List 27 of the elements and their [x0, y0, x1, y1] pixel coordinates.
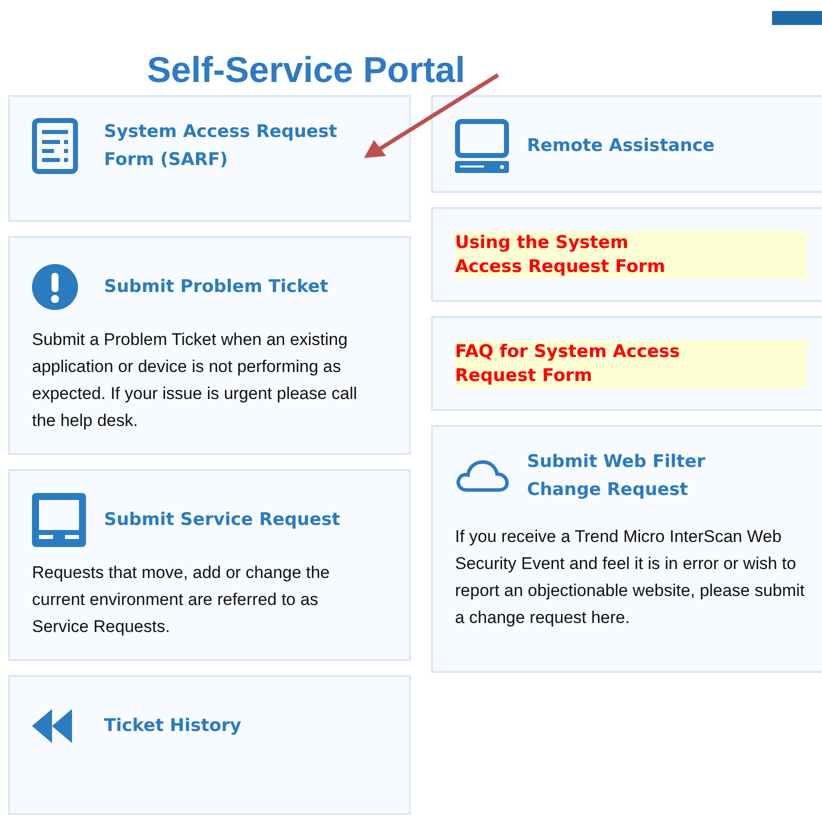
tile-heading[interactable]: Ticket History [104, 712, 242, 740]
exclamation-icon [32, 264, 78, 310]
portal-tile[interactable]: Remote Assistance [431, 95, 822, 193]
header-badge [772, 11, 822, 25]
tile-description: Submit a Problem Ticket when an existing application or device is not performing as expected. If your issue is urgent please call the help desk. [32, 329, 358, 432]
highlighted-link[interactable]: FAQ for System Access Request Form [455, 340, 807, 388]
rewind-icon [32, 709, 72, 743]
tile-description: If you receive a Trend Micro InterScan Web Security Event and feel it is in error or wish to report an objectionable website, please submit a change request here. [455, 526, 806, 629]
tile-description: Requests that move, add or change the current environment are referred to as Service Requests. [32, 562, 331, 638]
portal-tile[interactable]: Submit Problem Ticket Submit a Problem Ticket when an existing application or device is not performing as expected. If your issue is urgent please call the help desk. [8, 236, 411, 455]
page-title: Self-Service Portal [147, 48, 466, 92]
highlighted-link[interactable]: Using the System Access Request Form [455, 231, 807, 279]
portal-tile[interactable]: FAQ for System Access Request Form [431, 316, 822, 411]
portal-tile[interactable]: Using the System Access Request Form [431, 207, 822, 302]
cloud-icon [455, 459, 509, 493]
tile-heading[interactable]: Submit Problem Ticket [104, 273, 328, 301]
monitor-icon [32, 493, 86, 547]
tile-heading[interactable]: Remote Assistance [527, 132, 715, 160]
form-icon [32, 118, 78, 174]
tile-heading[interactable]: Submit Service Request [104, 506, 340, 534]
portal-tile[interactable]: Ticket History [8, 675, 411, 815]
computer-icon [455, 119, 509, 173]
portal-tile[interactable]: Submit Service Request Requests that move, add or change the current environment are referred to as Service Requests. [8, 469, 411, 661]
tile-heading[interactable]: Submit Web Filter Change Request [527, 448, 706, 504]
portal-tile[interactable]: Submit Web Filter Change Request If you receive a Trend Micro InterScan Web Security Event and feel it is in error or wish to report an objectionable website, please submit a change request here. [431, 425, 822, 673]
portal-tile[interactable]: System Access Request Form (SARF) [8, 95, 411, 222]
tile-heading[interactable]: System Access Request Form (SARF) [104, 118, 387, 174]
